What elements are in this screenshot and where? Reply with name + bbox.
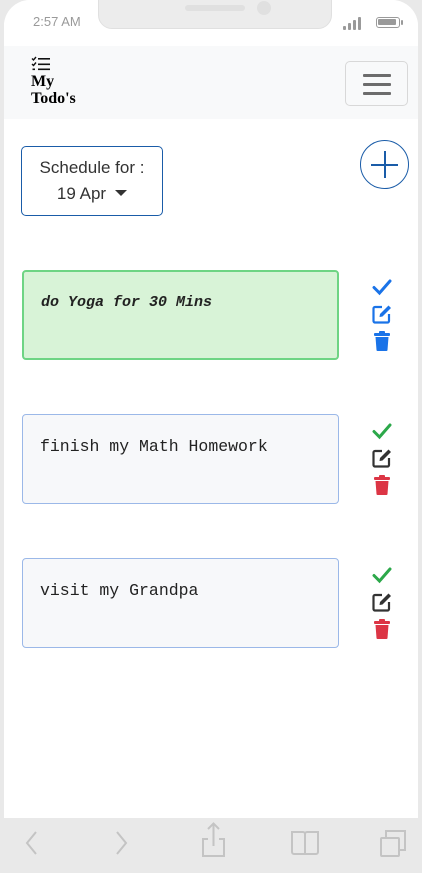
camera-icon — [257, 1, 271, 15]
phone-notch — [98, 0, 332, 29]
trash-icon[interactable] — [371, 618, 393, 640]
check-icon[interactable] — [371, 564, 393, 586]
todo-text: do Yoga for 30 Mins — [41, 294, 213, 311]
status-time: 2:57 AM — [33, 14, 81, 29]
hamburger-menu-icon — [363, 74, 391, 77]
todo-text: finish my Math Homework — [40, 437, 268, 456]
edit-icon[interactable] — [371, 591, 393, 613]
check-icon[interactable] — [371, 420, 393, 442]
add-todo-button[interactable] — [360, 140, 409, 189]
brand-title-line2: Todo's — [31, 90, 76, 107]
trash-icon[interactable] — [371, 474, 393, 496]
status-bar: 2:57 AM — [4, 0, 418, 46]
schedule-date-row: 19 Apr — [22, 184, 162, 204]
brand[interactable]: My Todo's — [31, 56, 91, 108]
edit-icon[interactable] — [371, 303, 393, 325]
trash-icon[interactable] — [371, 330, 393, 352]
todo-item: visit my Grandpa — [22, 558, 339, 648]
todo-item: do Yoga for 30 Mins — [22, 270, 339, 360]
todo-text: visit my Grandpa — [40, 581, 199, 600]
app-screen: 2:57 AM My Todo's Schedule for: 19 Apr … — [4, 0, 418, 873]
todo-item: finish my Math Homework — [22, 414, 339, 504]
brand-title-line1: My — [31, 73, 55, 90]
schedule-date: 19 Apr — [56, 184, 107, 203]
caret-down-icon — [115, 189, 128, 196]
edit-icon[interactable] — [371, 447, 393, 469]
speaker-grille — [185, 5, 245, 11]
battery-icon — [376, 17, 403, 28]
schedule-date-dropdown[interactable]: Schedule for : 19 Apr — [21, 146, 163, 216]
checklist-icon — [31, 56, 50, 71]
phone-frame: 2:57 AM My Todo's Schedule for: 19 Apr … — [0, 0, 422, 873]
schedule-label: Schedule for : — [39, 158, 145, 177]
hamburger-menu-button[interactable] — [345, 61, 408, 106]
navbar: My Todo's — [4, 46, 418, 119]
check-icon[interactable] — [371, 276, 393, 298]
browser-toolbar — [0, 818, 422, 873]
signal-icon — [343, 16, 365, 30]
